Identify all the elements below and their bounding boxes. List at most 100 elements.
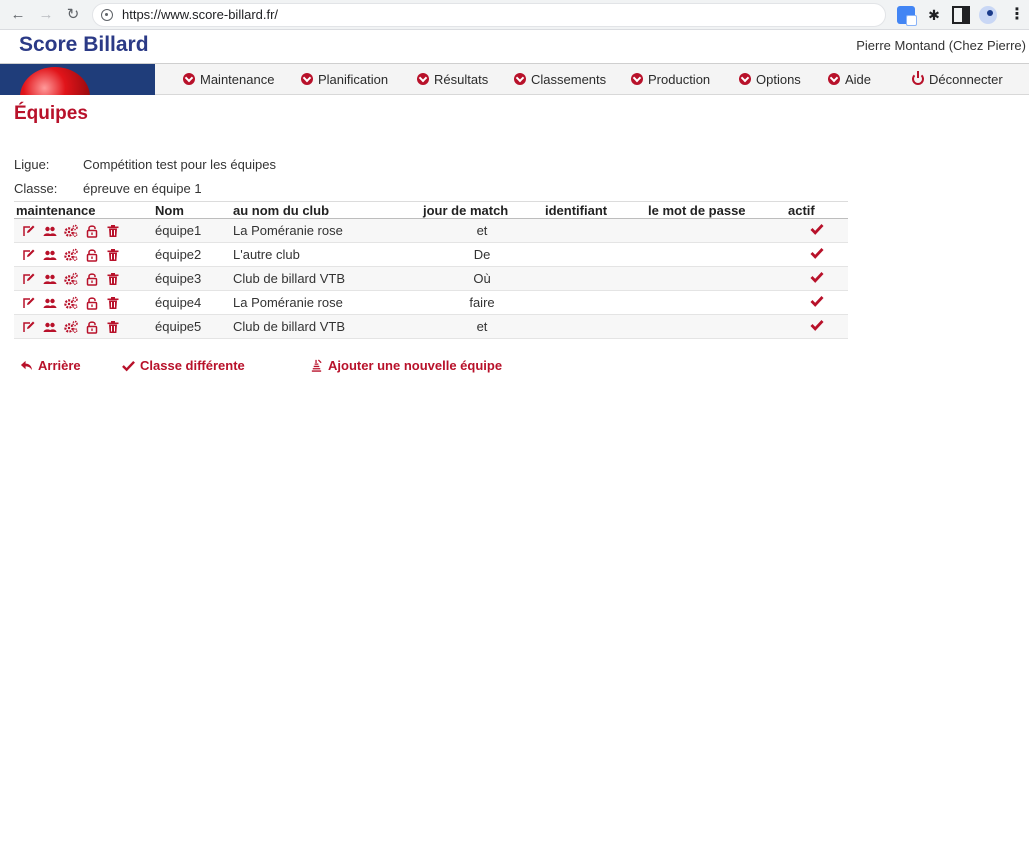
trash-icon[interactable] (106, 320, 120, 334)
browser-toolbar: ← → ↻ https://www.score-billard.fr/ ✱ ⋮ (0, 0, 1029, 30)
address-bar[interactable]: https://www.score-billard.fr/ (92, 3, 886, 27)
header-mot-de-passe: le mot de passe (646, 201, 786, 219)
chevron-circle-icon (631, 73, 643, 85)
league-label: Ligue: (14, 157, 50, 172)
extensions-puzzle-icon[interactable]: ✱ (925, 6, 943, 24)
team-name: équipe3 (153, 266, 231, 291)
members-icon[interactable] (43, 320, 57, 334)
row-maintenance-actions (14, 266, 153, 291)
trash-icon[interactable] (106, 272, 120, 286)
edit-icon[interactable] (22, 296, 36, 310)
row-maintenance-actions (14, 314, 153, 339)
translate-icon[interactable] (897, 6, 917, 26)
team-password (646, 218, 786, 243)
team-login (543, 242, 646, 267)
trash-icon[interactable] (106, 296, 120, 310)
address-url: https://www.score-billard.fr/ (122, 7, 279, 22)
side-panel-icon[interactable] (952, 6, 970, 24)
unlock-icon[interactable] (85, 320, 99, 334)
league-value: Compétition test pour les équipes (83, 157, 276, 172)
edit-icon[interactable] (22, 248, 36, 262)
header-club: au nom du club (231, 201, 421, 219)
settings-cogs-icon[interactable] (64, 248, 78, 262)
active-status (786, 314, 848, 339)
active-status (786, 266, 848, 291)
other-class-link[interactable]: Classe différente (122, 358, 245, 373)
page-title: Équipes (14, 103, 88, 124)
chevron-circle-icon (828, 73, 840, 85)
match-day: faire (421, 290, 543, 315)
members-icon[interactable] (43, 224, 57, 238)
header-actif: actif (786, 201, 848, 219)
billiard-ball-logo (0, 64, 155, 95)
members-icon[interactable] (43, 248, 57, 262)
row-maintenance-actions (14, 218, 153, 243)
edit-icon[interactable] (22, 224, 36, 238)
menu-production[interactable]: Production (631, 71, 710, 89)
table-row: équipe2 L'autre club De (14, 242, 848, 267)
check-icon (122, 360, 135, 372)
teams-table-body: équipe1 La Poméranie rose et équipe2 L'autre… (14, 218, 848, 339)
site-title[interactable]: Score Billard (19, 33, 149, 57)
user-name: Pierre Montand (Chez Pierre) (856, 38, 1026, 53)
menu-classements[interactable]: Classements (514, 71, 606, 89)
reply-arrow-icon (20, 360, 33, 371)
active-status (786, 290, 848, 315)
forward-arrow-icon[interactable]: → (37, 5, 55, 25)
site-info-icon[interactable] (101, 9, 113, 21)
main-menu: Maintenance Planification Résultats Clas… (0, 64, 1029, 95)
club-name: Club de billard VTB (231, 314, 421, 339)
unlock-icon[interactable] (85, 272, 99, 286)
table-row: équipe5 Club de billard VTB et (14, 314, 848, 339)
unlock-icon[interactable] (85, 248, 99, 262)
settings-cogs-icon[interactable] (64, 224, 78, 238)
active-status (786, 218, 848, 243)
header-maintenance: maintenance (14, 201, 153, 219)
match-day: De (421, 242, 543, 267)
settings-cogs-icon[interactable] (64, 320, 78, 334)
club-name: La Poméranie rose (231, 218, 421, 243)
chevron-circle-icon (514, 73, 526, 85)
edit-icon[interactable] (22, 320, 36, 334)
browser-menu-icon[interactable]: ⋮ (1008, 6, 1026, 24)
table-row: équipe1 La Poméranie rose et (14, 218, 848, 243)
chevron-circle-icon (739, 73, 751, 85)
match-day: Où (421, 266, 543, 291)
check-icon (810, 247, 824, 262)
menu-maintenance[interactable]: Maintenance (183, 71, 274, 89)
members-icon[interactable] (43, 272, 57, 286)
team-password (646, 266, 786, 291)
add-team-link[interactable]: Ajouter une nouvelle équipe (310, 358, 502, 373)
unlock-icon[interactable] (85, 296, 99, 310)
check-icon (810, 223, 824, 238)
menu-aide[interactable]: Aide (828, 71, 871, 89)
menu-resultats[interactable]: Résultats (417, 71, 488, 89)
trash-icon[interactable] (106, 248, 120, 262)
team-login (543, 266, 646, 291)
back-arrow-icon[interactable]: ← (9, 5, 27, 25)
add-team-icon (311, 359, 322, 372)
edit-icon[interactable] (22, 272, 36, 286)
match-day: et (421, 314, 543, 339)
club-name: La Poméranie rose (231, 290, 421, 315)
back-link[interactable]: Arrière (20, 358, 81, 373)
menu-planification[interactable]: Planification (301, 71, 388, 89)
row-maintenance-actions (14, 290, 153, 315)
members-icon[interactable] (43, 296, 57, 310)
unlock-icon[interactable] (85, 224, 99, 238)
menu-options[interactable]: Options (739, 71, 801, 89)
team-password (646, 314, 786, 339)
reload-icon[interactable]: ↻ (64, 5, 82, 25)
header-jour: jour de match (421, 201, 543, 219)
team-login (543, 290, 646, 315)
team-password (646, 242, 786, 267)
chevron-circle-icon (417, 73, 429, 85)
chevron-circle-icon (183, 73, 195, 85)
settings-cogs-icon[interactable] (64, 296, 78, 310)
power-icon (912, 71, 924, 85)
trash-icon[interactable] (106, 224, 120, 238)
profile-avatar-icon[interactable] (979, 6, 997, 24)
logout-button[interactable]: Déconnecter (912, 71, 1003, 89)
chevron-circle-icon (301, 73, 313, 85)
settings-cogs-icon[interactable] (64, 272, 78, 286)
